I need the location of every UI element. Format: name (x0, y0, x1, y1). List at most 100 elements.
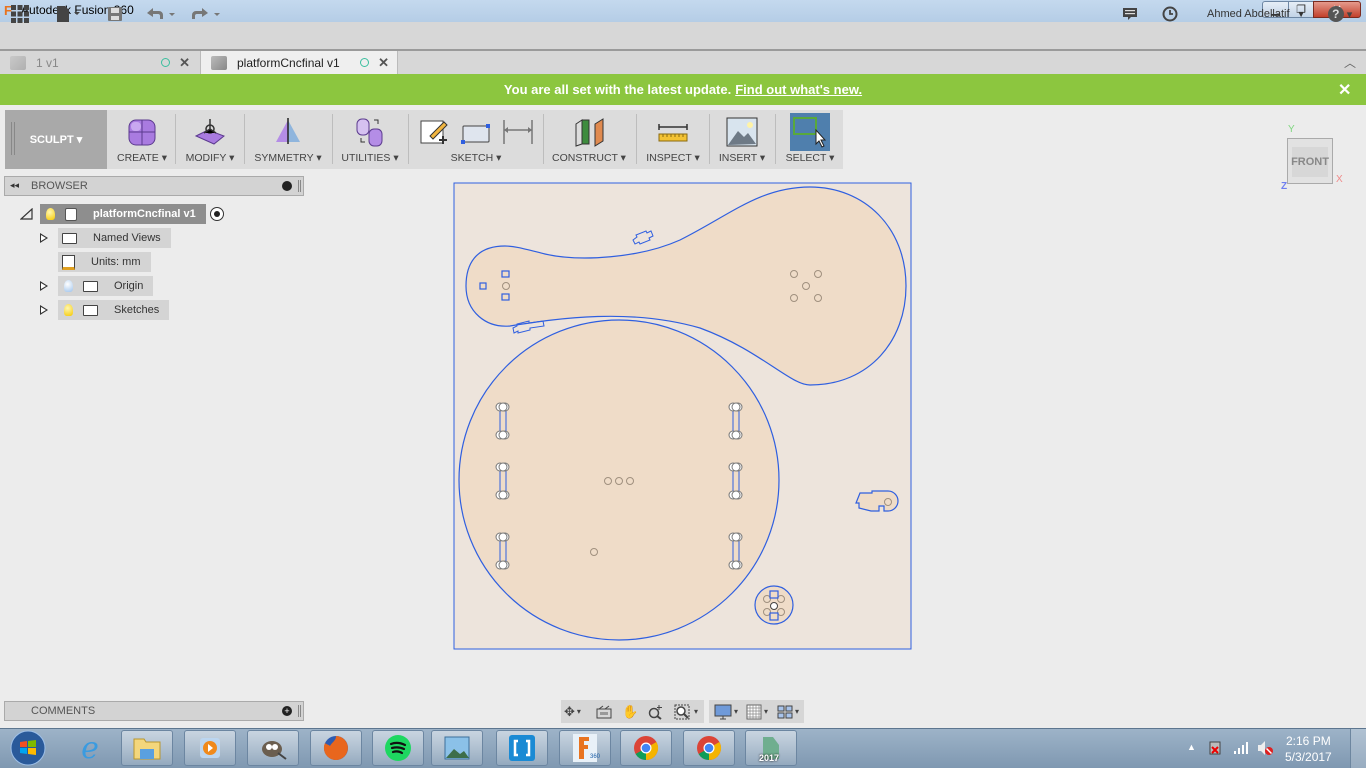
insert-menu[interactable]: INSERT ▾ (714, 112, 770, 168)
browser-item-named-views[interactable]: Named Views (40, 228, 171, 248)
redo-icon[interactable] (190, 4, 222, 24)
internet-explorer-taskbar-icon[interactable]: e (64, 730, 116, 766)
expand-triangle-icon[interactable] (40, 233, 48, 243)
chevron-down-icon: ▼ (1296, 9, 1306, 19)
file-menu-icon[interactable] (54, 4, 84, 24)
orbit-icon[interactable]: ✥ ▾ (564, 703, 581, 720)
panel-grip-icon[interactable] (298, 180, 301, 192)
clock-date: 5/3/2017 (1285, 750, 1332, 764)
root-component-label: platformCncfinal v1 (93, 208, 196, 220)
look-at-icon[interactable] (596, 703, 612, 720)
utilities-menu[interactable]: UTILITIES ▾ (338, 112, 402, 168)
add-comment-icon[interactable]: + (282, 706, 292, 716)
sketch-hole (498, 490, 508, 500)
spotify-taskbar-icon[interactable] (372, 730, 424, 766)
notification-close-icon[interactable]: ✕ (1338, 80, 1351, 100)
component-cube-icon (211, 55, 227, 70)
viewports-icon[interactable]: ▾ (777, 703, 799, 720)
sketch-hole (498, 462, 508, 472)
whats-new-link[interactable]: Find out what's new. (735, 82, 862, 97)
canvas-viewport[interactable] (440, 175, 930, 665)
user-account-menu[interactable]: Ahmed Abdellatif ▼ (1207, 8, 1306, 20)
browser-item-sketches[interactable]: Sketches (40, 300, 170, 320)
3ds-max-taskbar-icon[interactable]: 2017 (745, 730, 797, 766)
utilities-label: UTILITIES ▾ (341, 152, 399, 164)
network-signal-icon[interactable] (1233, 741, 1249, 760)
chevron-up-icon[interactable]: ︿ (1344, 54, 1356, 71)
grid-settings-icon[interactable]: ▾ (746, 703, 768, 720)
symmetry-label: SYMMETRY ▾ (254, 152, 322, 164)
fusion-360-taskbar-icon[interactable]: 360 (559, 730, 611, 766)
panel-grip-icon[interactable] (298, 705, 301, 717)
toolbar-divider (636, 114, 637, 164)
save-icon[interactable] (105, 4, 125, 24)
visibility-bulb-icon[interactable] (46, 208, 55, 220)
clock-history-icon[interactable] (1160, 4, 1180, 24)
sketch-hole (498, 560, 508, 570)
user-name: Ahmed Abdellatif (1207, 8, 1290, 20)
browser-item-units[interactable]: Units: mm (58, 252, 151, 272)
photos-taskbar-icon[interactable] (431, 730, 483, 766)
media-player-taskbar-icon[interactable] (184, 730, 236, 766)
browser-panel-header[interactable]: ◂◂ BROWSER (4, 176, 304, 196)
taskbar-clock[interactable]: 2:16 PM 5/3/2017 (1285, 733, 1332, 765)
tab-close-icon[interactable]: ✕ (378, 55, 389, 71)
workspace-switcher-button[interactable]: SCULPT ▾ (5, 110, 107, 169)
activate-radio-icon[interactable] (209, 207, 224, 221)
select-menu[interactable]: SELECT ▾ (782, 112, 838, 168)
chevron-down-icon: ▾ (1346, 8, 1353, 21)
create-menu[interactable]: CREATE ▾ (112, 112, 172, 168)
modify-menu[interactable]: MODIFY ▾ (180, 112, 240, 168)
browser-root-node[interactable]: platformCncfinal v1 (20, 204, 224, 224)
collapse-browser-icon[interactable]: ◂◂ (10, 180, 19, 191)
expand-triangle-icon[interactable] (40, 305, 48, 315)
sketch-hole (498, 402, 508, 412)
visibility-bulb-icon[interactable] (64, 304, 73, 316)
symmetry-menu[interactable]: SYMMETRY ▾ (250, 112, 326, 168)
sketch-menu[interactable]: SKETCH ▾ (414, 112, 538, 168)
brackets-taskbar-icon[interactable] (496, 730, 548, 766)
create-sketch-icon (418, 116, 450, 148)
display-settings-icon[interactable]: ▾ (714, 703, 738, 720)
units-document-icon (62, 254, 75, 270)
fit-window-icon[interactable]: ▾ (674, 703, 698, 720)
tab-label: 1 v1 (36, 55, 59, 70)
chrome-taskbar-icon[interactable] (620, 730, 672, 766)
document-tab[interactable]: 1 v1 ✕ (0, 51, 198, 74)
chrome-taskbar-icon[interactable] (683, 730, 735, 766)
insert-image-icon (726, 116, 758, 148)
viewcube-front-face[interactable]: FRONT (1291, 147, 1329, 177)
volume-muted-icon[interactable] (1256, 739, 1274, 762)
file-explorer-taskbar-icon[interactable] (121, 730, 173, 766)
comments-panel-header[interactable]: COMMENTS + (4, 701, 304, 721)
undo-icon[interactable] (145, 4, 177, 24)
construct-menu[interactable]: CONSTRUCT ▾ (550, 112, 628, 168)
firefox-taskbar-icon[interactable] (310, 730, 362, 766)
inspect-menu[interactable]: INSPECT ▾ (642, 112, 704, 168)
sketch-profile-base-disc (458, 319, 780, 641)
visibility-bulb-icon[interactable] (64, 280, 73, 292)
help-button[interactable]: ? ▾ (1324, 4, 1356, 24)
measure-ruler-icon (657, 116, 689, 148)
show-hidden-icons-button[interactable]: ▲ (1187, 742, 1196, 752)
zoom-icon[interactable] (648, 703, 664, 720)
update-notification-bar: You are all set with the latest update. … (0, 74, 1366, 105)
start-button[interactable] (2, 730, 54, 766)
browser-item-origin[interactable]: Origin (40, 276, 154, 296)
tree-item-label: Origin (114, 280, 144, 292)
expanded-triangle-icon[interactable] (20, 208, 34, 220)
power-plug-icon[interactable] (1208, 740, 1224, 761)
toolbar-grip-handle[interactable] (11, 122, 15, 155)
gimp-taskbar-icon[interactable] (247, 730, 299, 766)
document-tab-active[interactable]: platformCncfinal v1 ✕ (200, 51, 398, 74)
pan-hand-icon[interactable]: ✋ (622, 703, 638, 720)
data-panel-grid-icon[interactable] (10, 4, 30, 24)
clock-time: 2:16 PM (1286, 734, 1331, 748)
show-desktop-button[interactable] (1350, 729, 1366, 768)
tab-close-icon[interactable]: ✕ (179, 55, 190, 71)
expand-triangle-icon[interactable] (40, 281, 48, 291)
axis-z-label: Z (1281, 181, 1288, 192)
component-cube-icon (10, 55, 26, 70)
job-status-comment-icon[interactable] (1120, 4, 1140, 24)
browser-minus-icon[interactable] (282, 181, 292, 191)
